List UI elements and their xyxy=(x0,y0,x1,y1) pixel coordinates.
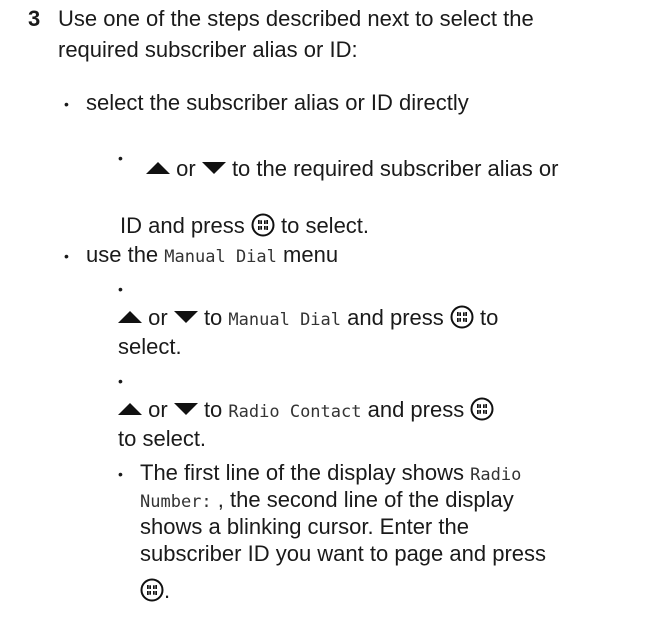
option2-sub3-line4: subscriber ID you want to page and press xyxy=(140,541,547,566)
option2-sub1-line1: or to Manual Dial and press to xyxy=(118,305,498,333)
period-text: . xyxy=(164,578,171,603)
number-display-text: Number: xyxy=(140,492,212,512)
down-arrow-icon xyxy=(173,403,198,416)
menu-ok-button-icon xyxy=(470,397,494,421)
menu-ok-button-icon xyxy=(251,213,275,237)
and-press-text: and press xyxy=(347,305,444,330)
up-arrow-icon xyxy=(118,403,142,416)
option1-sub-line2: ID and press to select. xyxy=(120,213,369,239)
up-arrow-icon xyxy=(118,311,142,324)
or-text: or xyxy=(148,305,168,330)
option2-sub2-line1: or to Radio Contact and press xyxy=(118,397,494,425)
to-text: to xyxy=(203,397,223,422)
up-arrow-icon xyxy=(146,162,170,175)
option2-label: use the Manual Dial menu xyxy=(86,242,338,270)
menu-text: menu xyxy=(283,242,339,267)
radio-display-text: Radio xyxy=(470,465,522,485)
option2-sub1-line2: select. xyxy=(118,334,182,359)
radio-contact-menu-name: Radio Contact xyxy=(228,402,362,422)
option2-sub3-line2: Number: , the second line of the display xyxy=(140,487,514,515)
or-text: or xyxy=(148,397,168,422)
bullet-option2-sub2: • xyxy=(118,373,123,389)
option1-label: select the subscriber alias or ID direct… xyxy=(86,90,469,115)
to-text: to xyxy=(480,305,499,330)
id-and-press-text: ID and press xyxy=(120,213,245,238)
bullet-option2-sub3: • xyxy=(118,466,123,482)
menu-ok-button-icon xyxy=(140,578,164,602)
to-text: to xyxy=(203,305,223,330)
option2-sub3-line3: shows a blinking cursor. Enter the xyxy=(140,514,469,539)
step-text-line1: Use one of the steps described next to s… xyxy=(58,6,534,31)
second-line-text: , the second line of the display xyxy=(217,487,514,512)
option2-sub3-line5: . xyxy=(140,578,170,604)
menu-ok-button-icon xyxy=(450,305,474,329)
down-arrow-icon xyxy=(173,311,198,324)
down-arrow-icon xyxy=(201,162,226,175)
bullet-option2-sub1: • xyxy=(118,281,123,297)
to-select-text: to select. xyxy=(280,213,370,238)
manual-dial-menu-name: Manual Dial xyxy=(164,247,277,267)
and-press-text: and press xyxy=(367,397,465,422)
bullet-option2: • xyxy=(64,248,69,264)
option2-sub2-line2: to select. xyxy=(118,426,207,451)
manual-dial-menu-name: Manual Dial xyxy=(228,310,342,330)
bullet-option1: • xyxy=(64,96,69,112)
option1-sub-line1: or to the required subscriber alias or xyxy=(146,156,558,182)
use-the-text: use the xyxy=(86,242,159,267)
bullet-option1-sub: • xyxy=(118,150,123,166)
option1-sub-to-text: to the required subscriber alias or xyxy=(231,156,559,181)
first-line-text: The first line of the display shows xyxy=(140,460,465,485)
or-text: or xyxy=(176,156,196,181)
step-text-line2: required subscriber alias or ID: xyxy=(58,37,358,62)
step-number: 3 xyxy=(28,6,41,31)
option2-sub3-line1: The first line of the display shows Radi… xyxy=(140,460,521,488)
